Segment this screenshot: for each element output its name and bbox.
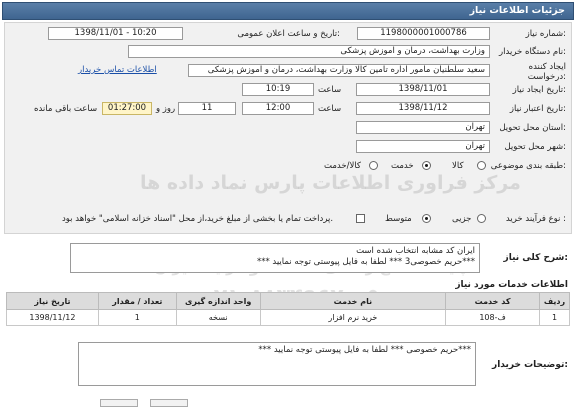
- created-date-field: 1398/11/01: [356, 83, 490, 96]
- buyer-org-label: نام دستگاه خریدار:: [499, 47, 566, 57]
- buyer-notes-text: *** حریم خصوصی *** لطفا به فایل پیوستی ت…: [258, 345, 471, 355]
- category-goods-radio[interactable]: [477, 161, 486, 170]
- watermark-line-1: مرکز فراوری اطلاعات پارس نماد داده ها: [140, 172, 521, 194]
- need-number-field: 1198000001000786: [357, 27, 490, 40]
- cell-row: 1: [538, 309, 571, 326]
- bottom-button-2[interactable]: [150, 399, 188, 407]
- bottom-button-1[interactable]: [100, 399, 138, 407]
- province-label: استان محل تحویل:: [499, 123, 566, 133]
- cell-qty: 1: [97, 309, 177, 326]
- purchase-medium-label: متوسط: [385, 214, 412, 224]
- announce-field: 1398/11/01 - 10:20: [48, 27, 183, 40]
- table-row: 1398/11/12 1 نسخه خرید نرم افزار ف-108 1: [6, 309, 571, 326]
- created-time-field: 10:19: [242, 83, 314, 96]
- category-service-label: خدمت: [391, 161, 414, 171]
- buyer-org-field: وزارت بهداشت، درمان و آموزش پزشکی: [128, 45, 490, 58]
- created-date-label: تاریخ ایجاد نیاز:: [512, 85, 566, 95]
- deadline-time-label: ساعت: [318, 104, 342, 114]
- purchase-minor-radio[interactable]: [477, 214, 486, 223]
- category-service-radio[interactable]: [422, 161, 431, 170]
- purchase-minor-label: جزیی: [452, 214, 472, 224]
- page-title: جزئیات اطلاعات نیاز: [469, 5, 565, 16]
- page-header: جزئیات اطلاعات نیاز: [2, 2, 574, 20]
- category-goods-service-label: کالا/خدمت: [324, 161, 361, 171]
- creator-field: سعید سلطنیان مامور اداره تامین کالا وزار…: [188, 64, 490, 77]
- col-qty: تعداد / مقدار: [97, 292, 177, 310]
- remaining-label: ساعت باقی مانده: [34, 104, 98, 114]
- col-code: کد خدمت: [445, 292, 540, 310]
- created-time-label: ساعت: [318, 85, 342, 95]
- creator-label: ایجاد کننده درخواست:: [508, 62, 566, 82]
- summary-textarea: ایران کد مشابه انتخاب شده است *** حریم خ…: [70, 243, 480, 273]
- deadline-label: تاریخ اعتبار نیاز:: [509, 104, 566, 114]
- summary-line-2: *** حریم خصوصی3 *** لطفا به فایل پیوستی …: [256, 257, 475, 267]
- col-unit: واحد اندازه گیری: [175, 292, 261, 310]
- announce-label: تاریخ و ساعت اعلان عمومی:: [237, 29, 340, 39]
- treasury-payment-checkbox[interactable]: [356, 214, 365, 223]
- col-date: تاریخ نیاز: [6, 292, 99, 310]
- creator-label-text: ایجاد کننده درخواست:: [527, 62, 566, 82]
- category-label: طبقه بندی موضوعی:: [490, 161, 566, 171]
- remaining-time-field: 01:27:00: [102, 102, 152, 115]
- cell-code: ف-108: [445, 309, 540, 326]
- purchase-medium-radio[interactable]: [422, 214, 431, 223]
- buyer-notes-label: توضیحات خریدار:: [492, 360, 568, 370]
- cell-date: 1398/11/12: [6, 309, 99, 326]
- deadline-time-field: 12:00: [242, 102, 314, 115]
- cell-unit: نسخه: [175, 309, 261, 326]
- days-label: روز و: [156, 104, 176, 114]
- purchase-type-label: نوع فرآیند خرید :: [505, 214, 566, 224]
- buyer-notes-textarea: *** حریم خصوصی *** لطفا به فایل پیوستی ت…: [78, 342, 476, 386]
- days-field: 11: [178, 102, 236, 115]
- col-row: ردیف: [538, 292, 571, 310]
- summary-label: شرح کلی نیاز:: [503, 253, 568, 263]
- summary-line-1: ایران کد مشابه انتخاب شده است: [356, 246, 475, 256]
- services-header-row: تاریخ نیاز تعداد / مقدار واحد اندازه گیر…: [6, 292, 571, 310]
- col-name: نام خدمت: [259, 292, 447, 310]
- services-title: اطلاعات خدمات مورد نیاز: [455, 280, 568, 290]
- buyer-contact-link[interactable]: اطلاعات تماس خریدار: [78, 65, 157, 75]
- category-goods-label: کالا: [452, 161, 464, 171]
- cell-name: خرید نرم افزار: [259, 309, 447, 326]
- treasury-payment-label: پرداخت تمام یا بخشی از مبلغ خرید،از محل …: [62, 214, 334, 224]
- services-table: تاریخ نیاز تعداد / مقدار واحد اندازه گیر…: [6, 292, 571, 326]
- category-goods-service-radio[interactable]: [369, 161, 378, 170]
- city-field: تهران: [356, 140, 490, 153]
- city-label: شهر محل تحویل:: [504, 142, 566, 152]
- province-field: تهران: [356, 121, 490, 134]
- need-number-label: شماره نیاز:: [525, 29, 566, 39]
- deadline-date-field: 1398/11/12: [356, 102, 490, 115]
